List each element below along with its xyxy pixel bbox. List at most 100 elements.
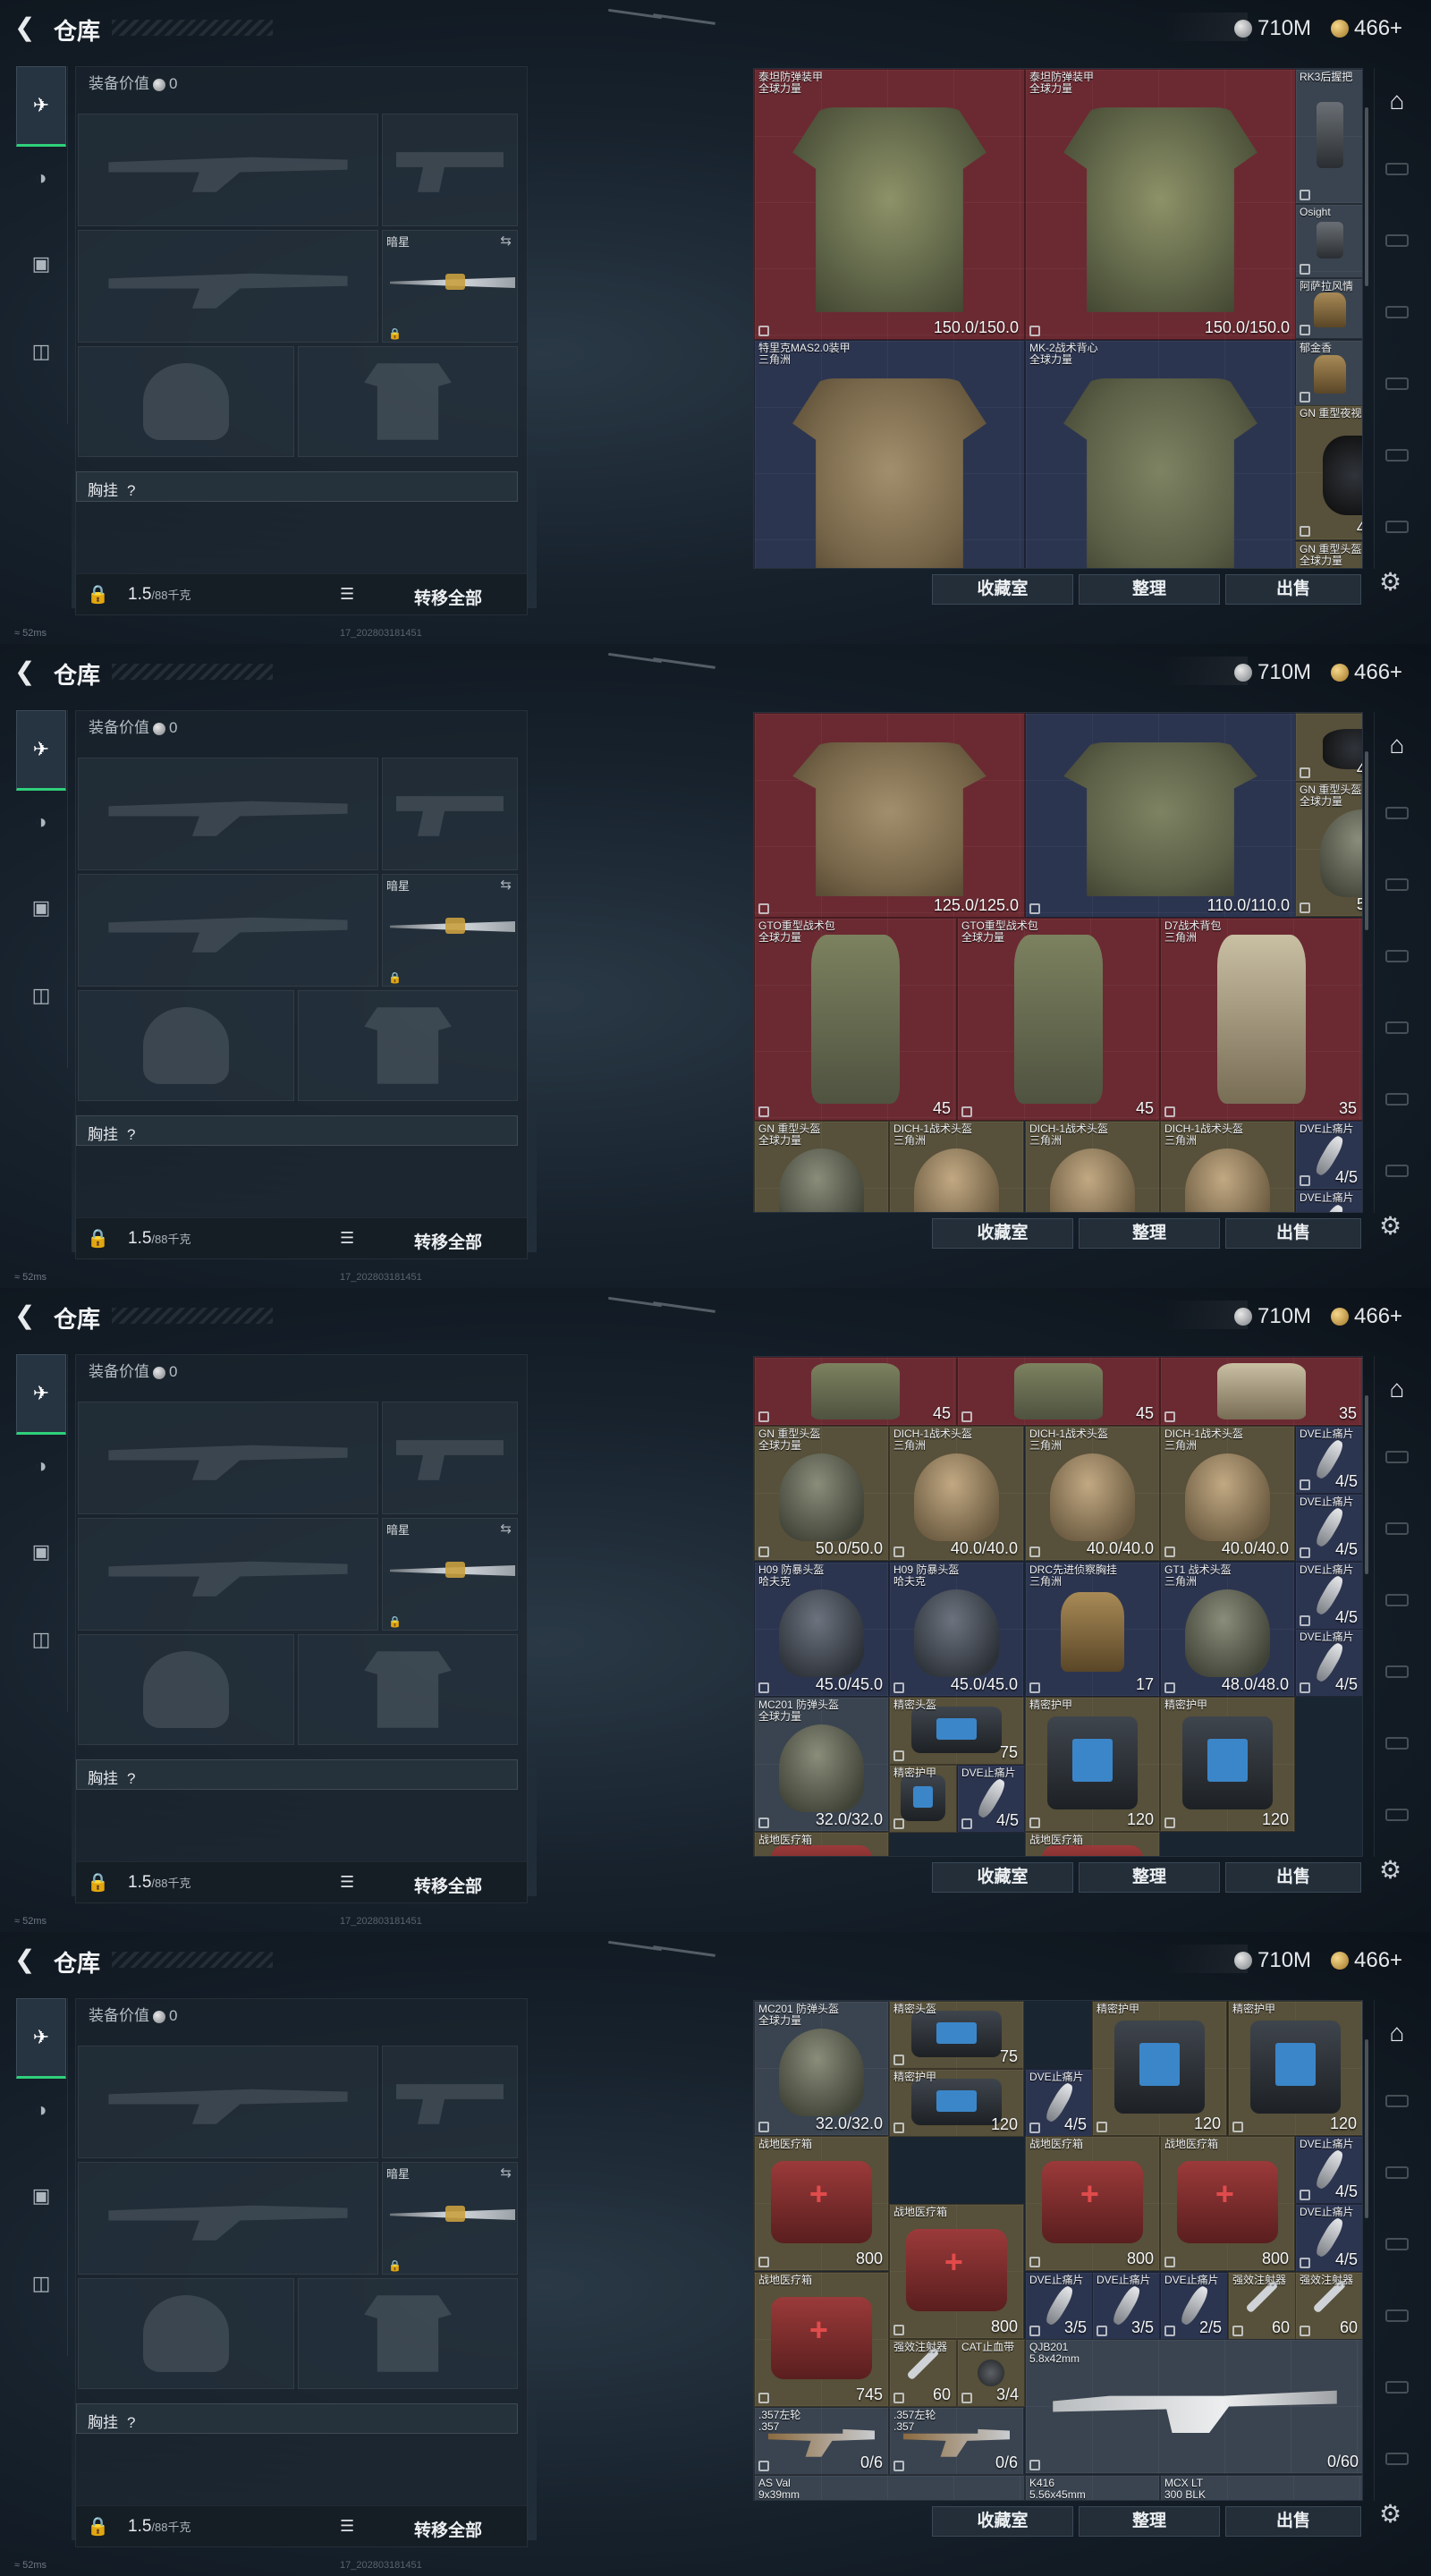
expand-icon[interactable] (1164, 1106, 1175, 1117)
gold-currency[interactable]: 466+ (1331, 16, 1402, 41)
inventory-item[interactable]: Osight (1295, 204, 1362, 278)
back-arrow-icon[interactable]: ❮ (14, 658, 41, 685)
inventory-item[interactable]: DVE止痛片 4/5 (957, 1765, 1025, 1833)
storage-tab-icon[interactable] (1378, 2372, 1414, 2399)
inventory-item[interactable]: DVE止痛片 2/5 (1160, 2272, 1228, 2340)
inventory-item[interactable]: GN 重型头盔 全球力量 (1295, 541, 1362, 568)
expand-icon[interactable] (758, 2461, 769, 2471)
inventory-item[interactable]: 精密护甲 120 (1160, 1697, 1295, 1832)
expand-icon[interactable] (1164, 2326, 1175, 2336)
expand-icon[interactable] (893, 1546, 904, 1557)
move-all-button[interactable]: 转移全部 (414, 1229, 482, 1253)
warehouse-home-icon[interactable]: ⌂ (1380, 728, 1414, 762)
storage-tab-icon[interactable] (1378, 1585, 1414, 1612)
secondary-weapon-slot[interactable] (78, 874, 378, 987)
list-icon[interactable]: ☰ (340, 1229, 354, 1248)
primary-weapon-slot[interactable] (78, 758, 378, 870)
melee-slot[interactable]: 暗星 ⇆ 🔒 (382, 230, 518, 343)
expand-icon[interactable] (961, 1106, 972, 1117)
expand-icon[interactable] (961, 2393, 972, 2403)
expand-icon[interactable] (961, 1411, 972, 1422)
sell-button[interactable]: 出售 (1225, 1862, 1361, 1893)
pistol-slot[interactable] (382, 758, 518, 870)
helmet-slot[interactable] (78, 2278, 294, 2389)
storage-tab-icon[interactable] (1378, 1657, 1414, 1683)
storage-tab-icon[interactable] (1378, 798, 1414, 825)
expand-icon[interactable] (758, 903, 769, 914)
inventory-item[interactable]: 精密护甲 120 (1228, 2001, 1362, 2136)
settings-gear-icon[interactable]: ⚙ (1379, 567, 1401, 597)
sort-button[interactable]: 整理 (1079, 1218, 1220, 1249)
helmet-slot[interactable] (78, 990, 294, 1101)
melee-slot[interactable]: 暗星 ⇆ 🔒 (382, 2162, 518, 2275)
list-icon[interactable]: ☰ (340, 585, 354, 604)
inventory-item[interactable]: 特里克MAS2.0装甲 三角洲 (754, 340, 1025, 568)
tab-vest[interactable]: ▣ (16, 242, 66, 286)
secondary-weapon-slot[interactable] (78, 2162, 378, 2275)
inventory-item[interactable]: MC201 防弹头盔 全球力量 32.0/32.0 (754, 1697, 889, 1832)
expand-icon[interactable] (1164, 2257, 1175, 2267)
inventory-item[interactable]: 45 (957, 1357, 1160, 1426)
storage-tab-icon[interactable] (1378, 1513, 1414, 1540)
inventory-scrollbar[interactable] (1365, 1395, 1368, 1574)
inventory-item[interactable]: MC201 防弹头盔 全球力量 32.0/32.0 (754, 2001, 889, 2136)
move-all-button[interactable]: 转移全部 (414, 1873, 482, 1897)
settings-gear-icon[interactable]: ⚙ (1379, 1855, 1401, 1885)
storage-tab-icon[interactable] (1378, 1084, 1414, 1111)
silver-currency[interactable]: 710M (1234, 16, 1311, 41)
storage-tab-icon[interactable] (1378, 1156, 1414, 1182)
inventory-item[interactable]: 战地医疗箱 (754, 1832, 889, 1856)
collection-button[interactable]: 收藏室 (932, 1218, 1073, 1249)
primary-weapon-slot[interactable] (78, 114, 378, 226)
inventory-item[interactable]: GT1 战术头盔 三角洲 48.0/48.0 (1160, 1562, 1295, 1697)
inventory-item[interactable]: DVE止痛片 4/5 (1295, 1426, 1362, 1494)
expand-icon[interactable] (893, 2393, 904, 2403)
inventory-item[interactable]: GN 重型头盔 全球力量 50.0/50.0 (754, 1426, 889, 1561)
inventory-item[interactable]: 强效注射器 60 (1295, 2272, 1362, 2340)
expand-icon[interactable] (1300, 1479, 1310, 1490)
expand-icon[interactable] (961, 1818, 972, 1829)
storage-tab-icon[interactable] (1378, 2444, 1414, 2470)
expand-icon[interactable] (1300, 325, 1310, 335)
inventory-item[interactable]: GN 重型头盔 全球力量 (754, 1121, 889, 1212)
pistol-slot[interactable] (382, 2046, 518, 2158)
chest-rig-slot[interactable]: 胸挂? (76, 1759, 518, 1790)
armor-slot[interactable] (298, 346, 518, 457)
expand-icon[interactable] (758, 326, 769, 336)
storage-tab-icon[interactable] (1378, 1442, 1414, 1469)
inventory-item[interactable]: 45 (754, 1357, 957, 1426)
inventory-item[interactable]: 强效注射器 60 (1228, 2272, 1296, 2340)
help-icon[interactable]: ? (127, 2414, 135, 2431)
tab-vest[interactable]: ▣ (16, 2174, 66, 2218)
chest-rig-slot[interactable]: 胸挂? (76, 471, 518, 502)
inventory-item[interactable]: DICH-1战术头盔 三角洲 (889, 1121, 1024, 1212)
expand-icon[interactable] (893, 1818, 904, 1829)
warehouse-home-icon[interactable]: ⌂ (1380, 1372, 1414, 1406)
inventory-item[interactable]: 战地医疗箱 800 (754, 2136, 889, 2271)
settings-gear-icon[interactable]: ⚙ (1379, 2499, 1401, 2529)
inventory-item[interactable]: RK3后握把 (1295, 69, 1362, 204)
inventory-item[interactable]: DICH-1战术头盔 三角洲 (1160, 1121, 1295, 1212)
expand-icon[interactable] (1232, 2326, 1243, 2336)
expand-icon[interactable] (1300, 1547, 1310, 1558)
expand-icon[interactable] (1300, 2326, 1310, 2336)
inventory-item[interactable]: DVE止痛片 4/5 (1295, 1562, 1362, 1630)
inventory-item[interactable]: GN 重型头盔 全球力量 50.0/50.0 (1295, 782, 1362, 917)
inventory-item[interactable]: MCX LT 300 BLK (1160, 2475, 1362, 2500)
expand-icon[interactable] (758, 1106, 769, 1117)
gold-currency[interactable]: 466+ (1331, 660, 1402, 685)
warehouse-home-icon[interactable]: ⌂ (1380, 2016, 1414, 2050)
tab-helmet[interactable]: ◑ (16, 1444, 66, 1488)
storage-tab-icon[interactable] (1378, 2157, 1414, 2184)
inventory-grid[interactable]: 45 45 35 GN 重型头盔 全球力量 50.0/50.0 DICH-1战术头盔 三角… (753, 1356, 1363, 1857)
help-icon[interactable]: ? (127, 482, 135, 499)
tab-weapons[interactable]: ✈ (16, 1998, 66, 2079)
tab-vest[interactable]: ▣ (16, 1530, 66, 1574)
inventory-item[interactable]: DVE止痛片 4/5 (1295, 2136, 1362, 2204)
storage-tab-icon[interactable] (1378, 297, 1414, 324)
storage-tab-icon[interactable] (1378, 2229, 1414, 2256)
inventory-item[interactable]: 125.0/125.0 (754, 713, 1025, 918)
swap-icon[interactable]: ⇆ (500, 877, 512, 893)
collection-button[interactable]: 收藏室 (932, 574, 1073, 605)
chest-rig-slot[interactable]: 胸挂? (76, 2403, 518, 2434)
